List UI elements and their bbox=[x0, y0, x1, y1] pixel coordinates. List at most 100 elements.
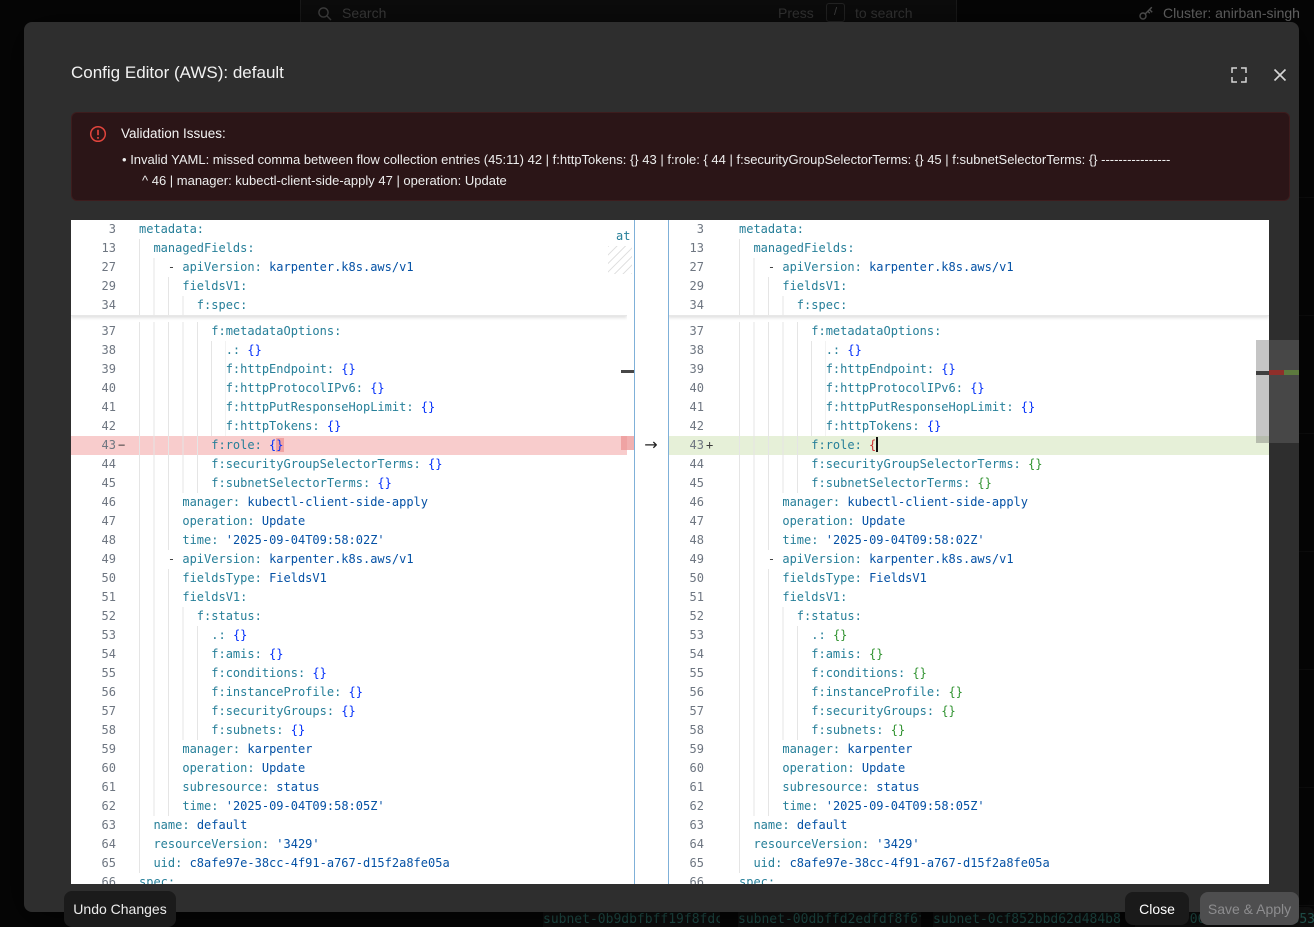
code-text: f:status: bbox=[139, 609, 262, 623]
code-line-54[interactable]: 54 f:amis: {} bbox=[668, 645, 1269, 664]
code-lines[interactable]: 37 f:metadataOptions:38 .: {}39 f:httpEn… bbox=[668, 322, 1269, 884]
code-line-47[interactable]: 47 operation: Update bbox=[668, 512, 1269, 531]
code-text: manager: karpenter bbox=[739, 742, 912, 756]
code-line-60[interactable]: 60 operation: Update bbox=[668, 759, 1269, 778]
code-line-57[interactable]: 57 f:securityGroups: {} bbox=[668, 702, 1269, 721]
line-number: 27 bbox=[71, 258, 116, 277]
code-line-52[interactable]: 52 f:status: bbox=[668, 607, 1269, 626]
code-line-34[interactable]: 34 f:spec: bbox=[71, 296, 627, 315]
code-line-50[interactable]: 50 fieldsType: FieldsV1 bbox=[71, 569, 627, 588]
overview-ruler-slider[interactable] bbox=[1269, 340, 1299, 443]
code-line-55[interactable]: 55 f:conditions: {} bbox=[668, 664, 1269, 683]
code-line-66[interactable]: 66spec: bbox=[668, 873, 1269, 884]
code-line-50[interactable]: 50 fieldsType: FieldsV1 bbox=[668, 569, 1269, 588]
yaml-diff-editor[interactable]: 3metadata:13 managedFields:27 - apiVersi… bbox=[71, 220, 1269, 884]
collapsed-region-header[interactable]: 3metadata:13 managedFields:27 - apiVersi… bbox=[668, 220, 1269, 316]
save-apply-button[interactable]: Save & Apply bbox=[1200, 892, 1299, 925]
code-line-29[interactable]: 29 fieldsV1: bbox=[668, 277, 1269, 296]
code-line-49[interactable]: 49 - apiVersion: karpenter.k8s.aws/v1 bbox=[71, 550, 627, 569]
code-line-46[interactable]: 46 manager: kubectl-client-side-apply bbox=[668, 493, 1269, 512]
code-line-64[interactable]: 64 resourceVersion: '3429' bbox=[668, 835, 1269, 854]
revert-change-arrow-icon[interactable]: → bbox=[639, 435, 663, 454]
code-line-13[interactable]: 13 managedFields: bbox=[668, 239, 1269, 258]
code-line-63[interactable]: 63 name: default bbox=[668, 816, 1269, 835]
code-line-34[interactable]: 34 f:spec: bbox=[668, 296, 1269, 315]
code-line-58[interactable]: 58 f:subnets: {} bbox=[668, 721, 1269, 740]
code-line-51[interactable]: 51 fieldsV1: bbox=[668, 588, 1269, 607]
code-line-62[interactable]: 62 time: '2025-09-04T09:58:05Z' bbox=[71, 797, 627, 816]
code-lines[interactable]: 37 f:metadataOptions:38 .: {}39 f:httpEn… bbox=[71, 322, 627, 884]
code-line-57[interactable]: 57 f:securityGroups: {} bbox=[71, 702, 627, 721]
code-line-59[interactable]: 59 manager: karpenter bbox=[71, 740, 627, 759]
code-line-56[interactable]: 56 f:instanceProfile: {} bbox=[71, 683, 627, 702]
diff-overview-ruler[interactable] bbox=[1269, 220, 1299, 884]
code-line-52[interactable]: 52 f:status: bbox=[71, 607, 627, 626]
validation-title: Validation Issues: bbox=[121, 126, 226, 141]
code-line-66[interactable]: 66spec: bbox=[71, 873, 627, 884]
code-line-44[interactable]: 44 f:securityGroupSelectorTerms: {} bbox=[71, 455, 627, 474]
editor-scrollbar[interactable] bbox=[1256, 340, 1269, 443]
line-number: 42 bbox=[668, 417, 704, 436]
code-text: f:subnetSelectorTerms: {} bbox=[739, 476, 992, 490]
code-line-47[interactable]: 47 operation: Update bbox=[71, 512, 627, 531]
code-line-38[interactable]: 38 .: {} bbox=[668, 341, 1269, 360]
code-line-65[interactable]: 65 uid: c8afe97e-38cc-4f91-a767-d15f2a8f… bbox=[71, 854, 627, 873]
close-icon[interactable] bbox=[1271, 66, 1289, 84]
code-line-41[interactable]: 41 f:httpPutResponseHopLimit: {} bbox=[71, 398, 627, 417]
code-line-64[interactable]: 64 resourceVersion: '3429' bbox=[71, 835, 627, 854]
code-text: fieldsV1: bbox=[139, 279, 247, 293]
code-line-61[interactable]: 61 subresource: status bbox=[668, 778, 1269, 797]
code-line-39[interactable]: 39 f:httpEndpoint: {} bbox=[71, 360, 627, 379]
code-line-49[interactable]: 49 - apiVersion: karpenter.k8s.aws/v1 bbox=[668, 550, 1269, 569]
code-line-40[interactable]: 40 f:httpProtocolIPv6: {} bbox=[71, 379, 627, 398]
code-line-53[interactable]: 53 .: {} bbox=[71, 626, 627, 645]
code-line-65[interactable]: 65 uid: c8afe97e-38cc-4f91-a767-d15f2a8f… bbox=[668, 854, 1269, 873]
code-line-42[interactable]: 42 f:httpTokens: {} bbox=[668, 417, 1269, 436]
code-line-63[interactable]: 63 name: default bbox=[71, 816, 627, 835]
expand-icon[interactable] bbox=[1230, 66, 1248, 84]
code-line-45[interactable]: 45 f:subnetSelectorTerms: {} bbox=[668, 474, 1269, 493]
code-line-39[interactable]: 39 f:httpEndpoint: {} bbox=[668, 360, 1269, 379]
undo-changes-button[interactable]: Undo Changes bbox=[64, 891, 176, 927]
code-line-37[interactable]: 37 f:metadataOptions: bbox=[668, 322, 1269, 341]
code-line-62[interactable]: 62 time: '2025-09-04T09:58:05Z' bbox=[668, 797, 1269, 816]
code-line-48[interactable]: 48 time: '2025-09-04T09:58:02Z' bbox=[71, 531, 627, 550]
code-text: metadata: bbox=[139, 222, 204, 236]
code-line-42[interactable]: 42 f:httpTokens: {} bbox=[71, 417, 627, 436]
code-line-60[interactable]: 60 operation: Update bbox=[71, 759, 627, 778]
code-line-27[interactable]: 27 - apiVersion: karpenter.k8s.aws/v1 bbox=[71, 258, 627, 277]
code-line-27[interactable]: 27 - apiVersion: karpenter.k8s.aws/v1 bbox=[668, 258, 1269, 277]
code-line-58[interactable]: 58 f:subnets: {} bbox=[71, 721, 627, 740]
code-line-41[interactable]: 41 f:httpPutResponseHopLimit: {} bbox=[668, 398, 1269, 417]
code-line-54[interactable]: 54 f:amis: {} bbox=[71, 645, 627, 664]
code-line-45[interactable]: 45 f:subnetSelectorTerms: {} bbox=[71, 474, 627, 493]
code-line-51[interactable]: 51 fieldsV1: bbox=[71, 588, 627, 607]
code-line-59[interactable]: 59 manager: karpenter bbox=[668, 740, 1269, 759]
code-line-43[interactable]: 43− f:role: {} bbox=[71, 436, 627, 455]
code-line-3[interactable]: 3metadata: bbox=[71, 220, 627, 239]
diff-modified-pane[interactable]: 3metadata:13 managedFields:27 - apiVersi… bbox=[668, 220, 1269, 884]
code-line-61[interactable]: 61 subresource: status bbox=[71, 778, 627, 797]
code-line-44[interactable]: 44 f:securityGroupSelectorTerms: {} bbox=[668, 455, 1269, 474]
collapsed-region-header[interactable]: 3metadata:13 managedFields:27 - apiVersi… bbox=[71, 220, 627, 316]
code-text: spec: bbox=[739, 875, 775, 884]
code-line-46[interactable]: 46 manager: kubectl-client-side-apply bbox=[71, 493, 627, 512]
code-line-43[interactable]: 43+ f:role: { bbox=[668, 436, 1269, 455]
code-line-53[interactable]: 53 .: {} bbox=[668, 626, 1269, 645]
line-number: 37 bbox=[71, 322, 116, 341]
close-button[interactable]: Close bbox=[1125, 892, 1189, 925]
code-text: operation: Update bbox=[139, 761, 305, 775]
diff-original-pane[interactable]: 3metadata:13 managedFields:27 - apiVersi… bbox=[71, 220, 627, 884]
code-line-3[interactable]: 3metadata: bbox=[668, 220, 1269, 239]
code-line-37[interactable]: 37 f:metadataOptions: bbox=[71, 322, 627, 341]
line-number: 48 bbox=[71, 531, 116, 550]
code-line-56[interactable]: 56 f:instanceProfile: {} bbox=[668, 683, 1269, 702]
code-line-13[interactable]: 13 managedFields: bbox=[71, 239, 627, 258]
code-line-29[interactable]: 29 fieldsV1: bbox=[71, 277, 627, 296]
code-line-48[interactable]: 48 time: '2025-09-04T09:58:02Z' bbox=[668, 531, 1269, 550]
code-line-40[interactable]: 40 f:httpProtocolIPv6: {} bbox=[668, 379, 1269, 398]
code-line-55[interactable]: 55 f:conditions: {} bbox=[71, 664, 627, 683]
code-line-38[interactable]: 38 .: {} bbox=[71, 341, 627, 360]
line-number: 62 bbox=[71, 797, 116, 816]
line-number: 47 bbox=[668, 512, 704, 531]
